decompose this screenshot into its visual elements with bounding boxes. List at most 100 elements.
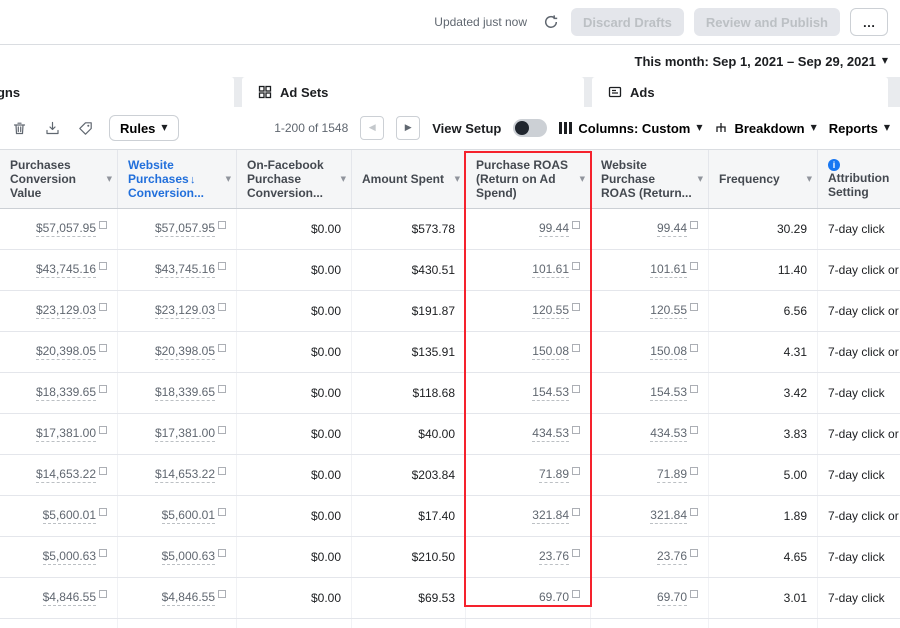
cell-website-purchase-roas: 434.53 (591, 414, 709, 454)
metric-value-link[interactable]: 154.53 (532, 385, 569, 401)
multi-attribution-icon (218, 467, 226, 475)
metric-value-link[interactable]: 69.70 (656, 590, 687, 606)
delete-button[interactable] (10, 119, 29, 138)
breakdown-icon (714, 121, 728, 135)
multi-attribution-icon (218, 590, 226, 598)
metric-value-link[interactable]: 101.61 (532, 262, 569, 278)
column-header-attribution-setting[interactable]: i Attribution Setting (818, 150, 900, 208)
metric-value-link[interactable]: 99.44 (538, 221, 569, 237)
cell-amount-spent: $191.87 (352, 291, 466, 331)
view-setup-label: View Setup (432, 120, 502, 136)
ad-sets-grid-icon (258, 85, 272, 99)
export-button[interactable] (43, 119, 62, 138)
cell-attribution-setting: 7-day click or view (818, 496, 900, 536)
metric-value-link[interactable]: $23,129.03 (35, 303, 96, 319)
cell-website-purchases-conversion: $23,129.03 (118, 291, 237, 331)
reports-button[interactable]: Reports ▼ (829, 121, 890, 136)
metric-value-link[interactable]: 120.55 (650, 303, 687, 319)
multi-attribution-icon (690, 221, 698, 229)
cell-amount-spent: $118.68 (352, 373, 466, 413)
cell-purchase-roas: 101.61 (466, 250, 591, 290)
metric-value-link[interactable]: 71.89 (538, 467, 569, 483)
metric-value-link[interactable]: $17,381.00 (35, 426, 96, 442)
metric-value-link[interactable]: 23.76 (538, 549, 569, 565)
rules-button[interactable]: Rules ▼ (109, 115, 179, 141)
date-range-selector[interactable]: This month: Sep 1, 2021 – Sep 29, 2021 ▼ (635, 54, 888, 69)
table-row: $20,398.05 $20,398.05 $0.00 $135.91 150.08 15… (0, 332, 900, 373)
breakdown-button[interactable]: Breakdown ▼ (714, 121, 817, 136)
metric-value-link[interactable]: $5,000.63 (42, 549, 96, 565)
view-setup-toggle[interactable] (513, 119, 548, 137)
metric-value-link[interactable]: $4,846.55 (42, 590, 96, 606)
table-row: $18,339.65 $18,339.65 $0.00 $118.68 154.53 15… (0, 373, 900, 414)
metric-value-link[interactable]: 23.76 (656, 549, 687, 565)
metric-value-link[interactable]: $14,653.22 (154, 467, 215, 483)
tag-button[interactable] (76, 119, 95, 138)
column-header-frequency[interactable]: Frequency ▼ (709, 150, 818, 208)
metric-value-link[interactable]: 150.08 (650, 344, 687, 360)
metric-value-link[interactable]: $4,846.55 (161, 590, 215, 606)
cell-purchase-roas: 23.76 (466, 537, 591, 577)
metric-value-link[interactable]: 434.53 (532, 426, 569, 442)
metric-value-link[interactable]: $57,057.95 (154, 221, 215, 237)
multi-attribution-icon (218, 508, 226, 516)
cell-amount-spent: $209.93 (352, 619, 466, 628)
metric-value-link[interactable]: $14,653.22 (35, 467, 96, 483)
refresh-button[interactable] (541, 12, 561, 32)
column-header-on-facebook-purchase-conversion[interactable]: On-Facebook Purchase Conversion... ▼ (237, 150, 352, 208)
metric-value-link[interactable]: 434.53 (650, 426, 687, 442)
metric-value-link[interactable]: 150.08 (532, 344, 569, 360)
cell-website-purchases-conversion: $17,381.00 (118, 414, 237, 454)
metric-value-link[interactable]: 154.53 (650, 385, 687, 401)
metric-value-link[interactable]: 69.70 (538, 590, 569, 606)
cell-frequency: 11.40 (709, 250, 818, 290)
metric-value-link[interactable]: $18,339.65 (154, 385, 215, 401)
cell-website-purchase-roas: 154.53 (591, 373, 709, 413)
more-options-button[interactable]: … (850, 8, 888, 36)
metric-value-link[interactable]: $5,600.01 (42, 508, 96, 524)
table-row: $43,745.16 $43,745.16 $0.00 $430.51 101.61 10… (0, 250, 900, 291)
metric-value-link[interactable]: 321.84 (532, 508, 569, 524)
metric-value-link[interactable]: $23,129.03 (154, 303, 215, 319)
discard-drafts-button[interactable]: Discard Drafts (571, 8, 684, 36)
multi-attribution-icon (99, 590, 107, 598)
metric-value-link[interactable]: $57,057.95 (35, 221, 96, 237)
metric-value-link[interactable]: $43,745.16 (154, 262, 215, 278)
cell-frequency: 6.56 (709, 291, 818, 331)
tab-campaigns[interactable]: Campaigns (0, 77, 234, 107)
multi-attribution-icon (218, 344, 226, 352)
column-header-purchase-roas[interactable]: Purchase ROAS (Return on Ad Spend) ▼ (466, 150, 591, 208)
metric-value-link[interactable]: $20,398.05 (35, 344, 96, 360)
tab-campaigns-label: Campaigns (0, 84, 21, 100)
metric-value-link[interactable]: $17,381.00 (154, 426, 215, 442)
toolbar: Rules ▼ 1-200 of 1548 ◀ ▶ View Setup Col… (0, 107, 900, 149)
cell-attribution-setting: 7-day click (818, 373, 900, 413)
cell-purchases-conversion-value: $18,339.65 (0, 373, 118, 413)
metric-value-link[interactable]: 120.55 (532, 303, 569, 319)
column-header-amount-spent[interactable]: Amount Spent ▼ (352, 150, 466, 208)
tag-icon (78, 121, 93, 136)
metric-value-link[interactable]: 99.44 (656, 221, 687, 237)
metric-value-link[interactable]: $43,745.16 (35, 262, 96, 278)
metric-value-link[interactable]: $18,339.65 (35, 385, 96, 401)
chevron-down-icon: ▼ (883, 123, 890, 132)
cell-on-facebook-purchase-conversion: $0.00 (237, 209, 352, 249)
review-and-publish-button[interactable]: Review and Publish (693, 8, 840, 36)
tab-ad-sets[interactable]: Ad Sets (242, 77, 584, 107)
column-header-purchases-conversion-value[interactable]: Purchases Conversion Value ▼ (0, 150, 118, 208)
metric-value-link[interactable]: 321.84 (650, 508, 687, 524)
cell-website-purchases-conversion: $5,600.01 (118, 496, 237, 536)
metric-value-link[interactable]: $5,600.01 (161, 508, 215, 524)
cell-website-purchases-conversion: $14,653.22 (118, 455, 237, 495)
previous-page-button[interactable]: ◀ (360, 116, 385, 140)
column-header-website-purchases-conversion[interactable]: Website Purchases Conversion... ↓ ▼ (118, 150, 237, 208)
metric-value-link[interactable]: 71.89 (656, 467, 687, 483)
tab-ads[interactable]: Ads (592, 77, 888, 107)
metric-value-link[interactable]: $5,000.63 (161, 549, 215, 565)
columns-button[interactable]: Columns: Custom ▼ (559, 121, 702, 136)
metric-value-link[interactable]: 101.61 (650, 262, 687, 278)
column-header-website-purchase-roas[interactable]: Website Purchase ROAS (Return... ▼ (591, 150, 709, 208)
next-page-button[interactable]: ▶ (396, 116, 421, 140)
cell-attribution-setting: 7-day click (818, 537, 900, 577)
metric-value-link[interactable]: $20,398.05 (154, 344, 215, 360)
